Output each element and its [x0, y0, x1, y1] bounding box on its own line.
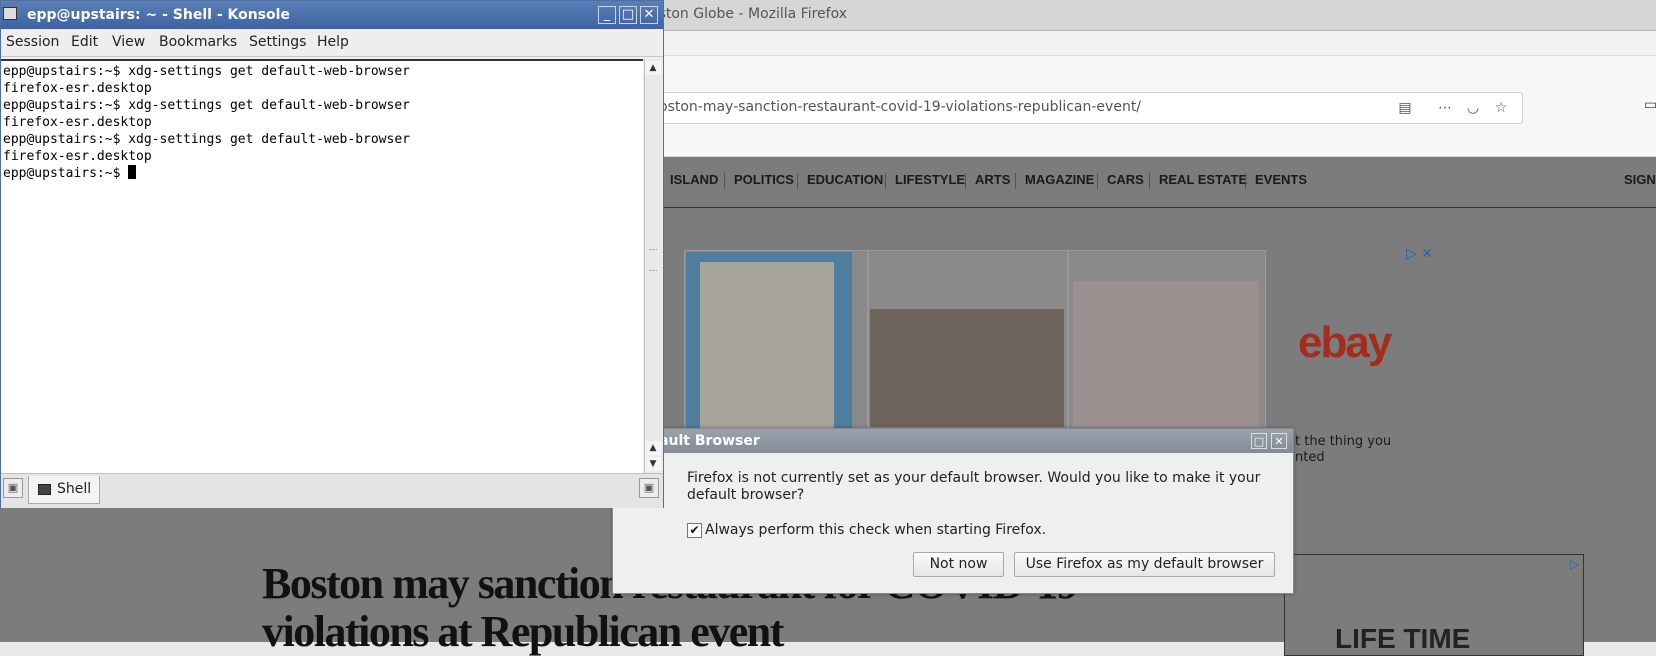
terminal-prompt: epp@upstairs:~$ — [3, 166, 129, 181]
ad-image-scorecard — [1073, 281, 1259, 427]
reader-view-icon[interactable]: ▤ — [1396, 99, 1414, 117]
ad-logo-text: LIFE TIME — [1335, 623, 1471, 654]
konsole-menubar: Session Edit View Bookmarks Settings Hel… — [1, 29, 663, 57]
dialog-titlebar[interactable]: fault Browser □ ✕ — [613, 429, 1293, 453]
konsole-window: epp@upstairs: ~ - Shell - Konsole _ □ ✕ … — [0, 0, 664, 508]
close-icon[interactable]: ✕ — [640, 6, 658, 24]
sidebar-icon[interactable]: ▭ — [1644, 97, 1656, 113]
terminal-line: firefox-esr.desktop — [3, 149, 152, 164]
terminal-line: firefox-esr.desktop — [3, 115, 152, 130]
ad-choices-icon[interactable]: ▷ — [1570, 557, 1579, 571]
ad-image-card[interactable] — [868, 250, 1068, 430]
terminal-line: epp@upstairs:~$ xdg-settings get default… — [3, 64, 410, 79]
close-tab-icon[interactable]: ▣ — [639, 478, 659, 498]
nav-divider — [660, 207, 1656, 208]
ad-choices-icon[interactable]: ▷ ✕ — [1406, 246, 1433, 262]
always-check-checkbox[interactable]: ✔ — [687, 523, 702, 538]
default-browser-dialog: fault Browser □ ✕ Firefox is not current… — [612, 428, 1294, 594]
use-firefox-default-button[interactable]: Use Firefox as my default browser — [1014, 552, 1275, 577]
tab-shell-label: Shell — [57, 481, 92, 497]
scroll-grip[interactable] — [649, 249, 657, 271]
pocket-icon[interactable]: ◡ — [1464, 99, 1482, 117]
menu-edit[interactable]: Edit — [71, 34, 98, 50]
ad-image-train — [870, 309, 1064, 427]
terminal-app-icon[interactable] — [3, 7, 17, 20]
konsole-titlebar[interactable]: epp@upstairs: ~ - Shell - Konsole _ □ ✕ — [1, 1, 663, 29]
terminal-output: epp@upstairs:~$ xdg-settings get default… — [3, 63, 410, 182]
url-bar[interactable]: oston-may-sanction-restaurant-covid-19-v… — [655, 92, 1523, 124]
menu-view[interactable]: View — [112, 34, 145, 50]
url-text: oston-may-sanction-restaurant-covid-19-v… — [659, 99, 1142, 115]
menu-session[interactable]: Session — [6, 34, 59, 50]
nav-cars[interactable]: CARS — [1107, 172, 1144, 187]
maximize-icon[interactable]: □ — [619, 6, 637, 24]
text-cursor — [128, 165, 137, 179]
nav-events[interactable]: EVENTS — [1255, 172, 1307, 187]
konsole-tabbar: ▣ Shell ▣ — [1, 473, 663, 508]
nav-island[interactable]: ISLAND — [670, 172, 718, 187]
not-now-button[interactable]: Not now — [913, 552, 1004, 577]
nav-lifestyle[interactable]: LIFESTYLE — [895, 172, 965, 187]
site-navigation: ISLAND POLITICS EDUCATION LIFESTYLE ARTS… — [660, 168, 1656, 194]
nav-sign-in[interactable]: SIGN — [1624, 172, 1656, 187]
ad-image-card[interactable] — [1068, 250, 1266, 430]
menu-help[interactable]: Help — [317, 34, 349, 50]
menu-bookmarks[interactable]: Bookmarks — [159, 34, 237, 50]
close-icon[interactable]: ✕ — [1271, 433, 1287, 449]
terminal-tab-icon — [38, 484, 51, 495]
terminal-line: firefox-esr.desktop — [3, 81, 152, 96]
dialog-title: fault Browser — [653, 433, 760, 449]
ad-image-card[interactable] — [684, 250, 868, 430]
minimize-icon[interactable]: _ — [598, 6, 616, 24]
nav-arts[interactable]: ARTS — [975, 172, 1010, 187]
nav-education[interactable]: EDUCATION — [807, 172, 883, 187]
scroll-up-icon[interactable]: ▲ — [645, 61, 661, 75]
ad-text: t the thing you nted — [1295, 434, 1392, 465]
maximize-icon[interactable]: □ — [1251, 433, 1267, 449]
terminal-area[interactable]: epp@upstairs:~$ xdg-settings get default… — [1, 59, 643, 475]
scroll-down-icon[interactable]: ▼ — [645, 457, 661, 471]
terminal-line: epp@upstairs:~$ xdg-settings get default… — [3, 98, 410, 113]
nav-politics[interactable]: POLITICS — [734, 172, 794, 187]
always-check-label[interactable]: Always perform this check when starting … — [705, 522, 1046, 538]
dialog-message: Firefox is not currently set as your def… — [687, 470, 1261, 503]
ad-box[interactable]: ▷ LIFE TIME — [1284, 554, 1584, 656]
terminal-scrollbar[interactable]: ▲ ▲ ▼ — [644, 59, 662, 473]
nav-real-estate[interactable]: REAL ESTATE — [1159, 172, 1247, 187]
new-tab-icon[interactable]: ▣ — [3, 478, 23, 498]
page-actions-icon[interactable]: ⋯ — [1436, 99, 1454, 117]
menu-settings[interactable]: Settings — [249, 34, 306, 50]
ebay-logo[interactable]: ebay — [1298, 318, 1392, 368]
scroll-up-icon[interactable]: ▲ — [645, 441, 661, 455]
konsole-title: epp@upstairs: ~ - Shell - Konsole — [27, 7, 290, 23]
bookmark-star-icon[interactable]: ☆ — [1492, 99, 1510, 117]
tab-shell[interactable]: Shell — [28, 476, 100, 504]
ad-image-schedule — [686, 252, 852, 428]
firefox-title: oston Globe - Mozilla Firefox — [650, 6, 848, 22]
nav-magazine[interactable]: MAGAZINE — [1025, 172, 1094, 187]
terminal-line: epp@upstairs:~$ xdg-settings get default… — [3, 132, 410, 147]
